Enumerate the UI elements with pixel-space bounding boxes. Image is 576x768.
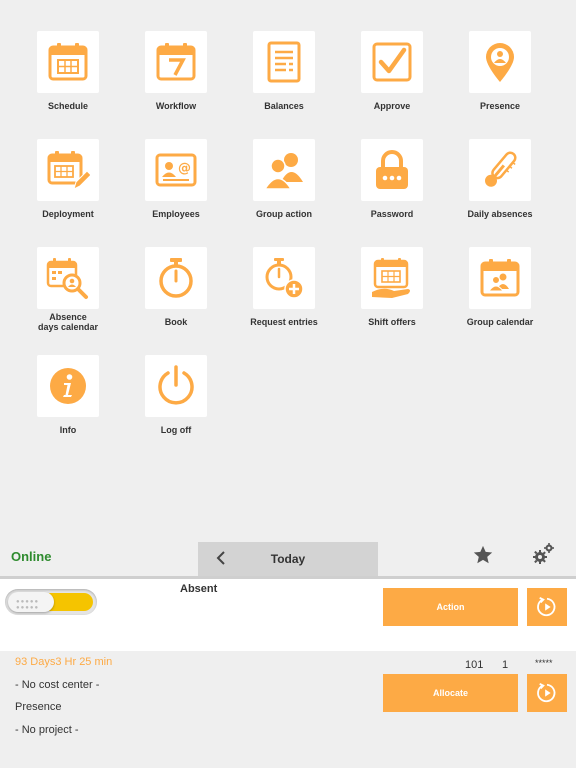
tile-presence[interactable]: Presence bbox=[460, 31, 540, 111]
lock-icon bbox=[376, 150, 408, 189]
booking-type-text: Presence bbox=[15, 701, 62, 713]
tile-group-action[interactable]: Group action bbox=[244, 139, 324, 219]
calendar-search-icon bbox=[46, 258, 88, 299]
location-person-icon bbox=[486, 43, 514, 82]
calendar-edit-icon bbox=[47, 151, 90, 190]
tile-label: Shift offers bbox=[368, 317, 416, 327]
tile-workflow-box bbox=[145, 31, 207, 93]
toggle-fill bbox=[49, 593, 93, 611]
tile-shift-offers-box bbox=[361, 247, 423, 309]
star-icon[interactable] bbox=[472, 544, 494, 571]
tile-balances-box bbox=[253, 31, 315, 93]
today-label: Today bbox=[270, 552, 306, 566]
details-panel: 93 Days3 Hr 25 min - No cost center - Pr… bbox=[0, 651, 576, 768]
action-button[interactable]: Action bbox=[383, 588, 518, 626]
allocate-button[interactable]: Allocate bbox=[383, 674, 518, 712]
tile-password-box bbox=[361, 139, 423, 201]
date-navigator[interactable]: Today bbox=[198, 542, 378, 576]
tile-book-box bbox=[145, 247, 207, 309]
tile-request-entries-box bbox=[253, 247, 315, 309]
tile-label: Info bbox=[59, 425, 77, 435]
tile-group-action-box bbox=[253, 139, 315, 201]
tile-label: Group action bbox=[256, 209, 312, 219]
tile-schedule[interactable]: Schedule bbox=[28, 31, 108, 111]
tile-schedule-box bbox=[37, 31, 99, 93]
svg-text:@: @ bbox=[178, 161, 191, 176]
tile-label: Daily absences bbox=[467, 209, 533, 219]
calendar-grid-icon bbox=[48, 43, 88, 81]
power-icon bbox=[158, 365, 194, 405]
tile-log-off-box bbox=[145, 355, 207, 417]
gears-icon[interactable] bbox=[531, 542, 555, 571]
tile-employees[interactable]: @ Employees bbox=[136, 139, 216, 219]
value-b: 1 bbox=[502, 659, 509, 671]
tile-label: Log off bbox=[160, 425, 192, 435]
tile-absence-days-calendar-box bbox=[37, 247, 99, 309]
tile-label: Absence days calendar bbox=[37, 312, 99, 332]
people-icon bbox=[263, 153, 303, 190]
action-timer-button[interactable] bbox=[527, 588, 567, 626]
allocate-timer-button[interactable] bbox=[527, 674, 567, 712]
calendar-seven-icon bbox=[156, 43, 196, 81]
tile-label: Schedule bbox=[47, 101, 88, 111]
project-text: - No project - bbox=[15, 724, 79, 736]
booking-panel: ●●●●● ●●●●● Absent Action bbox=[0, 579, 576, 651]
masked-value: ***** bbox=[535, 658, 553, 668]
tile-daily-absences-box bbox=[469, 139, 531, 201]
status-bar: Online Today bbox=[0, 538, 576, 576]
toggle-knob[interactable]: ●●●●● ●●●●● bbox=[8, 592, 54, 612]
value-a: 101 bbox=[465, 659, 484, 671]
tile-label: Presence bbox=[479, 101, 521, 111]
presence-toggle[interactable]: ●●●●● ●●●●● bbox=[5, 589, 97, 615]
grip-icon: ●●●●● ●●●●● bbox=[16, 599, 40, 611]
tile-balances[interactable]: Balances bbox=[244, 31, 324, 111]
calendar-people-icon bbox=[480, 259, 520, 297]
tile-info-box bbox=[37, 355, 99, 417]
tile-employees-box: @ bbox=[145, 139, 207, 201]
tile-absence-days-calendar[interactable]: Absence days calendar bbox=[28, 247, 108, 332]
tile-approve[interactable]: Approve bbox=[352, 31, 432, 111]
checkbox-icon bbox=[372, 42, 412, 82]
tile-approve-box bbox=[361, 31, 423, 93]
info-icon bbox=[50, 368, 86, 404]
booking-status: Absent bbox=[180, 583, 218, 595]
tile-label: Book bbox=[164, 317, 188, 327]
stopwatch-add-icon bbox=[265, 258, 304, 299]
tile-workflow[interactable]: Workflow bbox=[136, 31, 216, 111]
tile-log-off[interactable]: Log off bbox=[136, 355, 216, 435]
tile-info[interactable]: Info bbox=[28, 355, 108, 435]
tile-presence-box bbox=[469, 31, 531, 93]
tile-group-calendar-box bbox=[469, 247, 531, 309]
online-status: Online bbox=[11, 549, 52, 564]
tile-deployment[interactable]: Deployment bbox=[28, 139, 108, 219]
calendar-hand-icon bbox=[372, 258, 410, 298]
tile-label: Balances bbox=[264, 101, 304, 111]
tile-label: Deployment bbox=[42, 209, 94, 219]
document-list-icon bbox=[267, 41, 301, 83]
tile-label: Request entries bbox=[250, 317, 318, 327]
tile-group-calendar[interactable]: Group calendar bbox=[460, 247, 540, 327]
tile-deployment-box bbox=[37, 139, 99, 201]
tile-daily-absences[interactable]: Daily absences bbox=[460, 139, 540, 219]
tile-label: Approve bbox=[373, 101, 411, 111]
tile-book[interactable]: Book bbox=[136, 247, 216, 327]
tile-label: Workflow bbox=[155, 101, 197, 111]
tile-password[interactable]: Password bbox=[352, 139, 432, 219]
contact-card-icon: @ bbox=[155, 153, 197, 187]
tile-label: Password bbox=[370, 209, 414, 219]
duration-text: 93 Days3 Hr 25 min bbox=[15, 656, 113, 668]
stopwatch-icon bbox=[159, 258, 193, 298]
timer-refresh-icon bbox=[537, 683, 556, 703]
cost-center-text: - No cost center - bbox=[15, 679, 100, 691]
tile-label: Group calendar bbox=[466, 317, 534, 327]
tile-shift-offers[interactable]: Shift offers bbox=[352, 247, 432, 327]
tile-label: Employees bbox=[152, 209, 200, 219]
timer-refresh-icon bbox=[537, 597, 556, 617]
thermometer-icon bbox=[485, 151, 517, 187]
tile-request-entries[interactable]: Request entries bbox=[244, 247, 324, 327]
